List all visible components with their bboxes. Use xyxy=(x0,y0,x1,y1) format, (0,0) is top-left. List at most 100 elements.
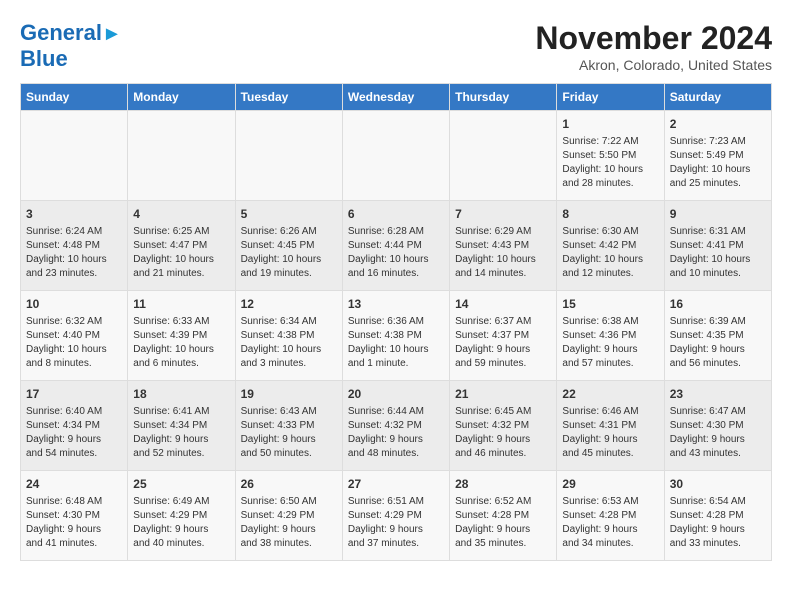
day-number: 5 xyxy=(241,206,337,223)
day-info: Sunrise: 6:53 AM Sunset: 4:28 PM Dayligh… xyxy=(562,495,658,551)
day-info: Sunrise: 6:24 AM Sunset: 4:48 PM Dayligh… xyxy=(26,225,122,281)
day-info: Sunrise: 6:51 AM Sunset: 4:29 PM Dayligh… xyxy=(348,495,444,551)
day-info: Sunrise: 6:37 AM Sunset: 4:37 PM Dayligh… xyxy=(455,315,551,371)
day-info: Sunrise: 6:40 AM Sunset: 4:34 PM Dayligh… xyxy=(26,405,122,461)
day-number: 13 xyxy=(348,296,444,313)
day-number: 23 xyxy=(670,386,766,403)
day-info: Sunrise: 6:30 AM Sunset: 4:42 PM Dayligh… xyxy=(562,225,658,281)
weekday-header-row: SundayMondayTuesdayWednesdayThursdayFrid… xyxy=(21,84,772,111)
day-number: 4 xyxy=(133,206,229,223)
day-number: 24 xyxy=(26,476,122,493)
day-info: Sunrise: 6:46 AM Sunset: 4:31 PM Dayligh… xyxy=(562,405,658,461)
calendar-cell: 22 Sunrise: 6:46 AM Sunset: 4:31 PM Dayli… xyxy=(557,381,664,471)
calendar-week-row: 1 Sunrise: 7:22 AM Sunset: 5:50 PM Daylig… xyxy=(21,111,772,201)
calendar-cell: 6Sunrise: 6:28 AM Sunset: 4:44 PM Daylig… xyxy=(342,201,449,291)
day-number: 17 xyxy=(26,386,122,403)
day-number: 21 xyxy=(455,386,551,403)
day-number: 8 xyxy=(562,206,658,223)
calendar-cell: 24 Sunrise: 6:48 AM Sunset: 4:30 PM Dayli… xyxy=(21,471,128,561)
day-info: Sunrise: 6:41 AM Sunset: 4:34 PM Dayligh… xyxy=(133,405,229,461)
day-number: 1 xyxy=(562,116,658,133)
weekday-header: Sunday xyxy=(21,84,128,111)
calendar-cell: 29 Sunrise: 6:53 AM Sunset: 4:28 PM Dayli… xyxy=(557,471,664,561)
calendar-cell: 26 Sunrise: 6:50 AM Sunset: 4:29 PM Dayli… xyxy=(235,471,342,561)
calendar-cell xyxy=(235,111,342,201)
calendar-cell: 7 Sunrise: 6:29 AM Sunset: 4:43 PM Daylig… xyxy=(450,201,557,291)
calendar-cell: 19 Sunrise: 6:43 AM Sunset: 4:33 PM Dayli… xyxy=(235,381,342,471)
day-number: 20 xyxy=(348,386,444,403)
day-info: Sunrise: 6:29 AM Sunset: 4:43 PM Dayligh… xyxy=(455,225,551,281)
day-number: 15 xyxy=(562,296,658,313)
calendar-week-row: 24 Sunrise: 6:48 AM Sunset: 4:30 PM Dayli… xyxy=(21,471,772,561)
calendar-cell: 3 Sunrise: 6:24 AM Sunset: 4:48 PM Daylig… xyxy=(21,201,128,291)
day-info: Sunrise: 6:54 AM Sunset: 4:28 PM Dayligh… xyxy=(670,495,766,551)
day-info: Sunrise: 6:38 AM Sunset: 4:36 PM Dayligh… xyxy=(562,315,658,371)
calendar-cell: 17 Sunrise: 6:40 AM Sunset: 4:34 PM Dayli… xyxy=(21,381,128,471)
calendar-cell xyxy=(342,111,449,201)
day-number: 29 xyxy=(562,476,658,493)
day-number: 9 xyxy=(670,206,766,223)
calendar-week-row: 17 Sunrise: 6:40 AM Sunset: 4:34 PM Dayli… xyxy=(21,381,772,471)
weekday-header: Friday xyxy=(557,84,664,111)
day-info: Sunrise: 6:26 AM Sunset: 4:45 PM Dayligh… xyxy=(241,225,337,281)
day-info: Sunrise: 6:47 AM Sunset: 4:30 PM Dayligh… xyxy=(670,405,766,461)
day-info: Sunrise: 6:44 AM Sunset: 4:32 PM Dayligh… xyxy=(348,405,444,461)
day-info: Sunrise: 6:34 AM Sunset: 4:38 PM Dayligh… xyxy=(241,315,337,371)
calendar-cell xyxy=(21,111,128,201)
calendar-cell: 10 Sunrise: 6:32 AM Sunset: 4:40 PM Dayli… xyxy=(21,291,128,381)
day-number: 3 xyxy=(26,206,122,223)
calendar-cell: 25 Sunrise: 6:49 AM Sunset: 4:29 PM Dayli… xyxy=(128,471,235,561)
calendar-cell: 9Sunrise: 6:31 AM Sunset: 4:41 PM Daylig… xyxy=(664,201,771,291)
logo-text: General► xyxy=(20,20,122,46)
calendar-cell: 4 Sunrise: 6:25 AM Sunset: 4:47 PM Daylig… xyxy=(128,201,235,291)
page-header: General► Blue November 2024 Akron, Color… xyxy=(20,20,772,73)
calendar-cell: 28 Sunrise: 6:52 AM Sunset: 4:28 PM Dayli… xyxy=(450,471,557,561)
weekday-header: Saturday xyxy=(664,84,771,111)
day-info: Sunrise: 6:52 AM Sunset: 4:28 PM Dayligh… xyxy=(455,495,551,551)
calendar-cell: 20 Sunrise: 6:44 AM Sunset: 4:32 PM Dayli… xyxy=(342,381,449,471)
calendar-cell: 11 Sunrise: 6:33 AM Sunset: 4:39 PM Dayli… xyxy=(128,291,235,381)
calendar-cell: 18Sunrise: 6:41 AM Sunset: 4:34 PM Dayli… xyxy=(128,381,235,471)
calendar-cell: 15 Sunrise: 6:38 AM Sunset: 4:36 PM Dayli… xyxy=(557,291,664,381)
day-info: Sunrise: 6:36 AM Sunset: 4:38 PM Dayligh… xyxy=(348,315,444,371)
day-number: 25 xyxy=(133,476,229,493)
day-number: 7 xyxy=(455,206,551,223)
calendar-cell: 23 Sunrise: 6:47 AM Sunset: 4:30 PM Dayli… xyxy=(664,381,771,471)
day-number: 27 xyxy=(348,476,444,493)
calendar-cell: 21 Sunrise: 6:45 AM Sunset: 4:32 PM Dayli… xyxy=(450,381,557,471)
calendar-cell: 2 Sunrise: 7:23 AM Sunset: 5:49 PM Daylig… xyxy=(664,111,771,201)
day-info: Sunrise: 6:48 AM Sunset: 4:30 PM Dayligh… xyxy=(26,495,122,551)
calendar-cell: 16 Sunrise: 6:39 AM Sunset: 4:35 PM Dayli… xyxy=(664,291,771,381)
day-info: Sunrise: 6:32 AM Sunset: 4:40 PM Dayligh… xyxy=(26,315,122,371)
calendar-cell: 8 Sunrise: 6:30 AM Sunset: 4:42 PM Daylig… xyxy=(557,201,664,291)
calendar-cell xyxy=(450,111,557,201)
day-info: Sunrise: 6:28 AM Sunset: 4:44 PM Dayligh… xyxy=(348,225,444,281)
logo: General► Blue xyxy=(20,20,122,72)
calendar-week-row: 3 Sunrise: 6:24 AM Sunset: 4:48 PM Daylig… xyxy=(21,201,772,291)
day-info: Sunrise: 6:50 AM Sunset: 4:29 PM Dayligh… xyxy=(241,495,337,551)
day-number: 28 xyxy=(455,476,551,493)
day-number: 2 xyxy=(670,116,766,133)
day-number: 19 xyxy=(241,386,337,403)
weekday-header: Thursday xyxy=(450,84,557,111)
day-number: 10 xyxy=(26,296,122,313)
day-info: Sunrise: 6:43 AM Sunset: 4:33 PM Dayligh… xyxy=(241,405,337,461)
page-title: November 2024 xyxy=(535,20,772,57)
calendar-cell: 12Sunrise: 6:34 AM Sunset: 4:38 PM Dayli… xyxy=(235,291,342,381)
weekday-header: Monday xyxy=(128,84,235,111)
page-subtitle: Akron, Colorado, United States xyxy=(535,57,772,73)
title-area: November 2024 Akron, Colorado, United St… xyxy=(535,20,772,73)
day-info: Sunrise: 6:25 AM Sunset: 4:47 PM Dayligh… xyxy=(133,225,229,281)
day-info: Sunrise: 6:45 AM Sunset: 4:32 PM Dayligh… xyxy=(455,405,551,461)
day-info: Sunrise: 6:33 AM Sunset: 4:39 PM Dayligh… xyxy=(133,315,229,371)
day-number: 11 xyxy=(133,296,229,313)
day-info: Sunrise: 6:39 AM Sunset: 4:35 PM Dayligh… xyxy=(670,315,766,371)
day-number: 22 xyxy=(562,386,658,403)
day-info: Sunrise: 7:22 AM Sunset: 5:50 PM Dayligh… xyxy=(562,135,658,191)
day-info: Sunrise: 6:49 AM Sunset: 4:29 PM Dayligh… xyxy=(133,495,229,551)
weekday-header: Wednesday xyxy=(342,84,449,111)
day-info: Sunrise: 7:23 AM Sunset: 5:49 PM Dayligh… xyxy=(670,135,766,191)
day-number: 26 xyxy=(241,476,337,493)
day-number: 30 xyxy=(670,476,766,493)
day-number: 16 xyxy=(670,296,766,313)
